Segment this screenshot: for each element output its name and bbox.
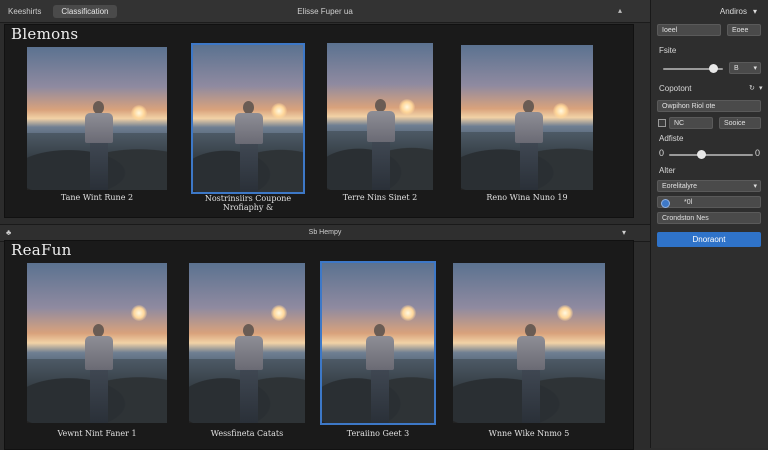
photo-thumbnail[interactable]: Wessfineta Catats <box>189 263 305 447</box>
section-label-options: Copotont <box>659 84 692 93</box>
section-label-alter: Alter <box>659 166 676 175</box>
refresh-icon[interactable]: ↻ <box>749 84 755 92</box>
photo-caption: Wnne Wike Nnmo 5 <box>488 429 570 438</box>
primary-action-button[interactable]: Dnoraont <box>657 232 761 247</box>
photo-image <box>191 43 305 194</box>
small-field[interactable]: NC <box>669 117 713 129</box>
photo-image <box>27 47 167 190</box>
secondary-button[interactable]: Crondston Nes <box>657 212 761 224</box>
tab-classification[interactable]: Classification <box>53 4 117 18</box>
photo-thumbnail-selected[interactable]: Teraiino Geet 3 <box>320 261 436 447</box>
value-dropdown[interactable]: B ▾ <box>729 62 761 74</box>
photo-caption: Wessfineta Catats <box>210 429 284 438</box>
photo-thumbnail[interactable]: Reno Wina Nuno 19 <box>461 45 593 215</box>
photo-caption: Terre Nins Sinet 2 <box>342 193 418 202</box>
collection-panel-1: Blemons Tane Wint Rune 2 Nostrinsiirs Co… <box>4 24 634 218</box>
photo-caption: Teraiino Geet 3 <box>346 429 410 438</box>
photo-caption: Vewnt Nint Faner 1 <box>57 429 137 438</box>
panel-title: ReaFun <box>11 241 72 259</box>
chevron-down-icon[interactable]: ▾ <box>759 84 763 92</box>
chevron-down-icon: ▾ <box>753 65 757 72</box>
sidebar-header: Andiros ▾ <box>651 4 768 18</box>
small-field-2[interactable]: Sooice <box>719 117 761 129</box>
radio-selected[interactable] <box>661 199 670 208</box>
adjust-slider-track[interactable] <box>669 154 753 156</box>
option-field-value: *0l <box>684 199 693 206</box>
photo-image <box>320 261 436 425</box>
adjust-slider-knob[interactable] <box>696 150 706 159</box>
top-toolbar: Keeshirts Classification Elisse Fuper ua… <box>0 0 650 23</box>
section-label-rows: Fsite <box>659 46 677 55</box>
reset-button[interactable]: Eoee <box>727 24 761 36</box>
photo-thumbnail[interactable]: Terre Nins Sinet 2 <box>327 43 433 215</box>
option-field[interactable]: *0l <box>657 196 761 208</box>
tab-keeshirts[interactable]: Keeshirts <box>0 7 49 16</box>
right-sidebar: Andiros ▾ Ioeel Eoee Fsite B ▾ Copotont … <box>650 0 768 448</box>
slider-knob[interactable] <box>709 64 718 73</box>
photo-thumbnail[interactable]: Vewnt Nint Faner 1 <box>27 263 167 447</box>
photo-caption: Reno Wina Nuno 19 <box>486 193 568 202</box>
sidebar-title: Andiros <box>719 7 747 16</box>
photo-image <box>453 263 605 423</box>
chevron-down-icon[interactable]: ▾ <box>753 7 757 16</box>
chevron-down-icon: ▾ <box>753 183 757 190</box>
value-label: B <box>734 65 739 72</box>
chevron-down-icon[interactable]: ▾ <box>622 228 626 237</box>
slider-max-label: 0 <box>755 148 761 158</box>
panel-title: Blemons <box>11 25 79 43</box>
photo-caption: Nostrinsiirs Coupone Nrofiaphy & <box>204 194 292 212</box>
photo-image <box>189 263 305 423</box>
collection-panel-2: ReaFun Vewnt Nint Faner 1 Wessfineta Cat… <box>4 240 634 450</box>
photo-image <box>461 45 593 190</box>
section-label: Sb Hempy <box>308 229 342 236</box>
preset-button[interactable]: Ioeel <box>657 24 721 36</box>
photo-thumbnail[interactable]: Tane Wint Rune 2 <box>27 47 167 215</box>
section-label-adjust: Adfiste <box>659 134 684 143</box>
option-select[interactable]: Owpihon Riol ote <box>657 100 761 112</box>
alter-select[interactable]: Eorelitalyre ▾ <box>657 180 761 192</box>
photo-image <box>27 263 167 423</box>
slider-min-label: 0 <box>659 148 665 158</box>
pin-icon[interactable]: ▴ <box>618 6 626 15</box>
photo-caption: Tane Wint Rune 2 <box>60 193 134 202</box>
photo-thumbnail[interactable]: Wnne Wike Nnmo 5 <box>453 263 605 447</box>
photo-thumbnail-selected[interactable]: Nostrinsiirs Coupone Nrofiaphy & <box>191 43 305 215</box>
option-checkbox[interactable] <box>658 119 666 127</box>
photo-image <box>327 43 433 190</box>
alter-select-value: Eorelitalyre <box>662 183 698 190</box>
